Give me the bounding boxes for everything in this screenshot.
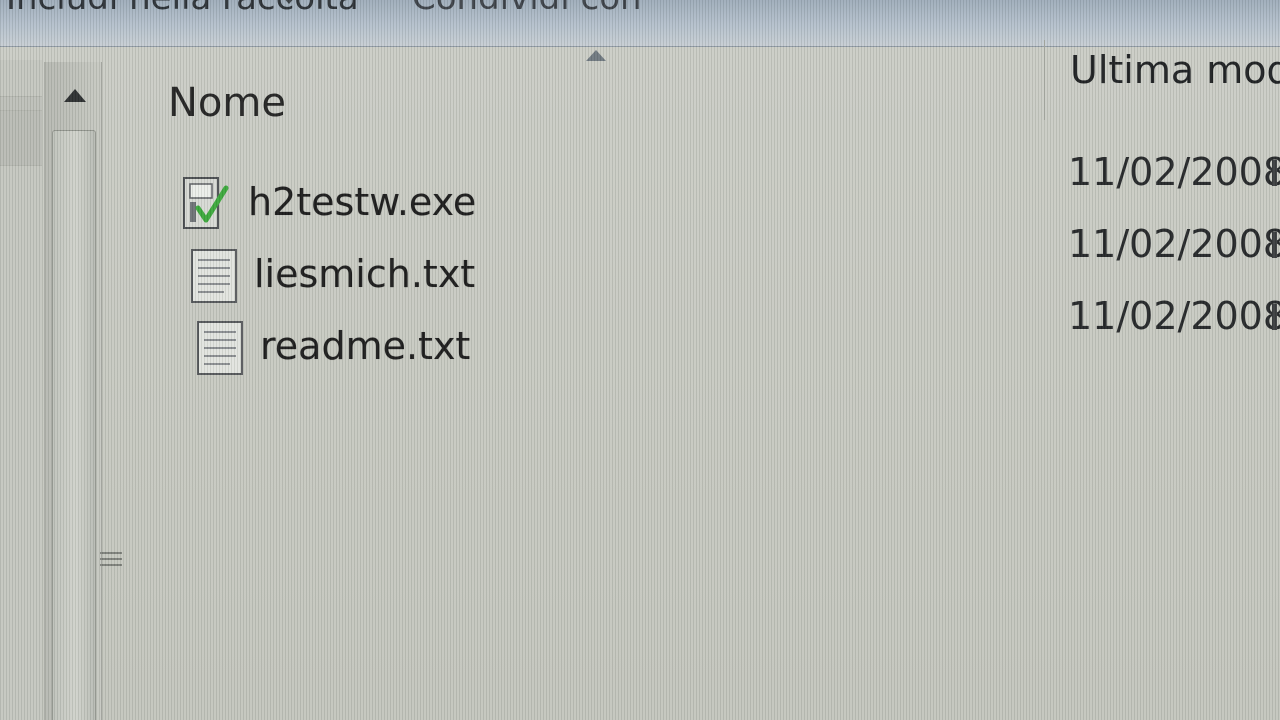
column-header-modified[interactable]: Ultima modifica [1070,48,1280,92]
explorer-window: Includi nella raccolta Condividi con Nom… [0,0,1280,720]
file-modified-date: 11/02/2008 [1068,222,1280,266]
scroll-up-arrow-icon[interactable] [64,89,86,102]
chevron-down-icon[interactable] [282,0,296,4]
file-name[interactable]: readme.txt [260,324,470,368]
column-divider[interactable] [1044,40,1045,120]
date-clipped-edge [1272,160,1277,186]
column-header-name[interactable]: Nome [168,80,286,126]
date-clipped-edge [1272,232,1277,258]
include-in-library-button[interactable]: Includi nella raccolta [6,0,359,18]
command-bar: Includi nella raccolta Condividi con [0,0,1280,47]
file-name[interactable]: h2testw.exe [248,180,476,224]
file-modified-date: 11/02/2008 [1068,150,1280,194]
scrollbar-thumb[interactable] [52,130,96,720]
nav-pane-item-selected[interactable] [0,110,42,166]
file-list [102,46,1280,720]
file-modified-date: 11/02/2008 [1068,294,1280,338]
text-file-icon [191,249,237,303]
navigation-pane [0,60,42,720]
share-with-button[interactable]: Condividi con [412,0,642,18]
sort-ascending-icon [586,50,606,61]
date-clipped-edge [1272,304,1277,330]
executable-icon [183,177,229,229]
text-file-icon [197,321,243,375]
file-name[interactable]: liesmich.txt [254,252,475,296]
